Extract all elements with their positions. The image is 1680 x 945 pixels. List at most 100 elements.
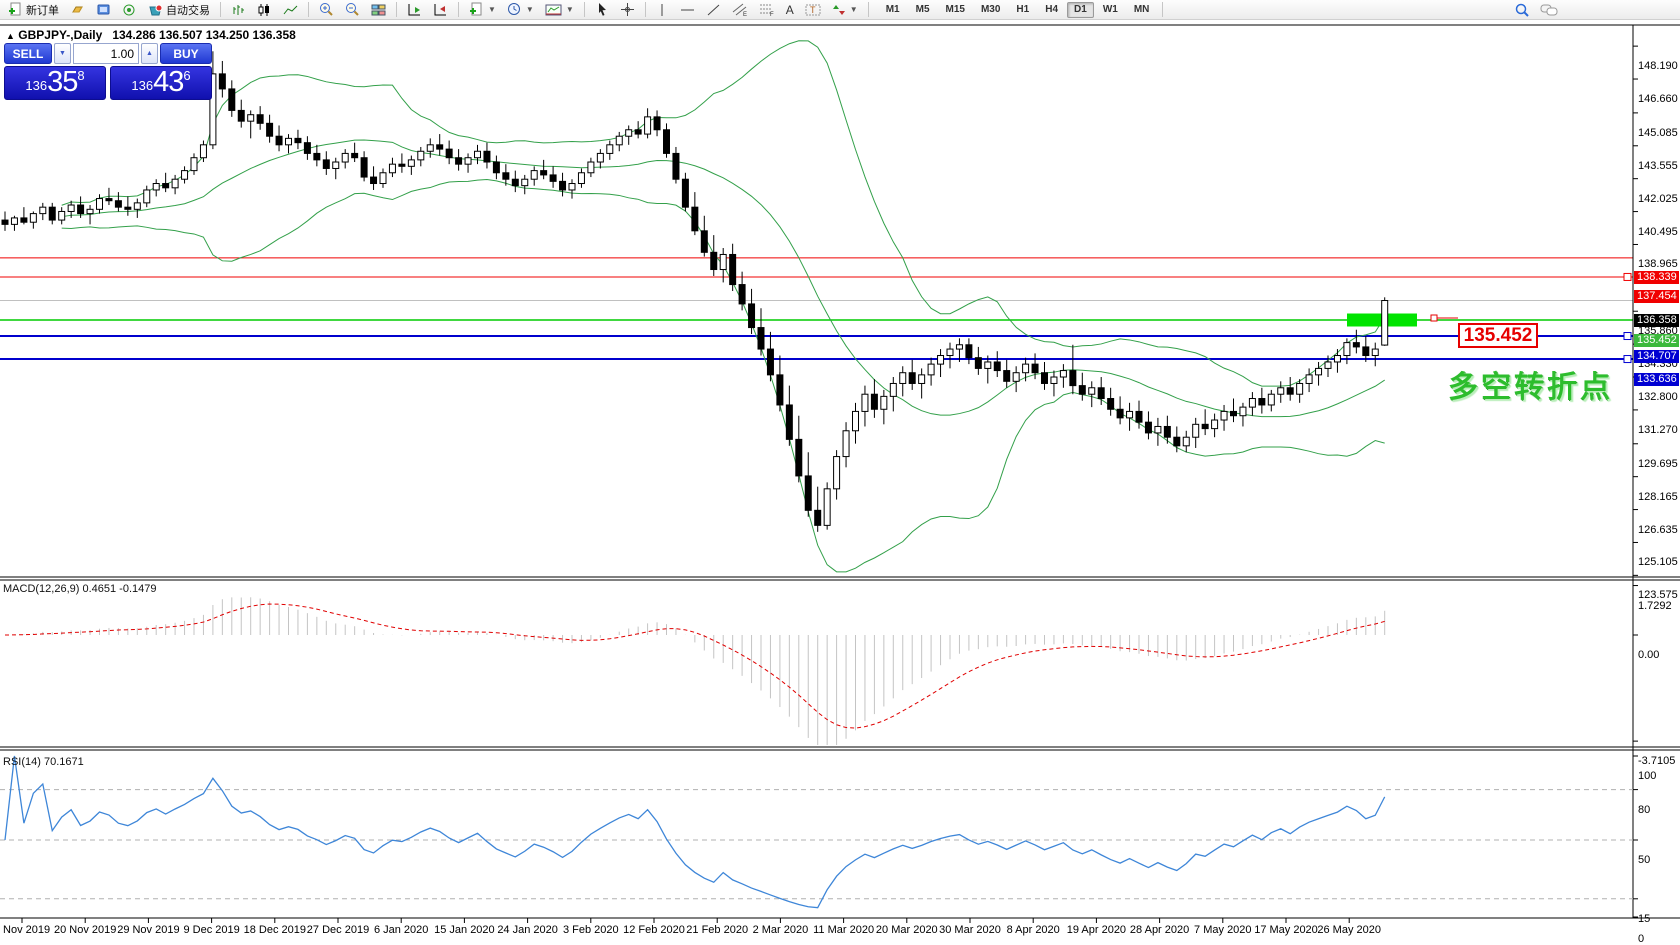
timeframe-button-H4[interactable]: H4: [1038, 2, 1065, 18]
bar-chart-mode-button[interactable]: [227, 1, 250, 19]
channel-tool[interactable]: E: [728, 1, 752, 19]
price-callout-135452[interactable]: 135.452: [1458, 323, 1538, 348]
separator: [645, 2, 646, 17]
date-axis-label: 19 Apr 2020: [1067, 924, 1126, 936]
signal-button[interactable]: [118, 1, 141, 19]
vertical-line-icon: [656, 3, 669, 17]
templates-button[interactable]: ▼: [541, 1, 578, 19]
bar-chart-icon: [231, 3, 246, 17]
date-axis-label: 18 Dec 2019: [244, 924, 306, 936]
axis-label: 136.358: [1634, 314, 1679, 327]
new-chart-button[interactable]: ▼: [465, 1, 500, 19]
axis-label: 129.695: [1638, 458, 1678, 470]
sell-button[interactable]: SELL: [4, 43, 52, 64]
separator: [584, 2, 585, 17]
market-watch-button[interactable]: [66, 1, 89, 19]
svg-text:T: T: [810, 5, 816, 15]
cursor-tool-button[interactable]: [591, 1, 613, 19]
axis-label: 142.025: [1638, 193, 1678, 205]
channel-icon: E: [732, 2, 748, 17]
candlestick-mode-button[interactable]: [253, 1, 276, 19]
trendline-tool[interactable]: [702, 1, 725, 19]
separator: [396, 2, 397, 17]
axis-label: 126.635: [1638, 524, 1678, 536]
chat-icon[interactable]: [1540, 2, 1558, 18]
date-axis-label: 26 May 2020: [1317, 924, 1381, 936]
timeframe-button-W1[interactable]: W1: [1096, 2, 1125, 18]
arrows-tool[interactable]: ▼: [828, 1, 862, 19]
new-order-label: 新订单: [26, 2, 59, 18]
axis-label: 100: [1638, 770, 1656, 782]
sell-price-pip: 8: [77, 69, 84, 82]
timeframe-button-D1[interactable]: D1: [1067, 2, 1094, 18]
date-axis-label: 2 Mar 2020: [753, 924, 809, 936]
crosshair-tool-button[interactable]: [616, 1, 639, 19]
axis-label: 138.965: [1638, 258, 1678, 270]
timeframe-button-M1[interactable]: M1: [879, 2, 907, 18]
auto-scroll-button[interactable]: [429, 1, 452, 19]
autotrading-button[interactable]: 自动交易: [144, 1, 214, 19]
date-axis-label: 6 Jan 2020: [374, 924, 428, 936]
new-order-button[interactable]: 新订单: [4, 1, 63, 19]
horizontal-line-tool[interactable]: [676, 1, 699, 19]
volume-up-button[interactable]: ▲: [141, 43, 158, 64]
line-chart-mode-button[interactable]: [279, 1, 302, 19]
signal-icon: [122, 3, 137, 17]
template-icon: [545, 3, 562, 17]
trendline-icon: [706, 3, 721, 17]
chevron-down-icon: ▼: [526, 5, 534, 14]
toolbar: 新订单 自动交易 ▼ ▼ ▼ E F A T ▼ M1M5M15M30H1H4D…: [0, 0, 1680, 20]
date-axis-label: 24 Jan 2020: [497, 924, 558, 936]
buy-price-base: 136: [131, 76, 153, 96]
zoom-out-button[interactable]: [341, 1, 364, 19]
chart-window[interactable]: ▲ GBPJPY-,Daily 134.286 136.507 134.250 …: [0, 20, 1680, 942]
axis-label: 131.270: [1638, 424, 1678, 436]
periods-button[interactable]: ▼: [503, 1, 538, 19]
chart-canvas[interactable]: [0, 20, 1680, 942]
horizontal-line-icon: [680, 3, 695, 17]
collapse-triangle-icon[interactable]: ▲: [6, 31, 15, 41]
buy-button[interactable]: BUY: [160, 43, 212, 64]
axis-label: 125.105: [1638, 556, 1678, 568]
zoom-in-button[interactable]: [315, 1, 338, 19]
auto-scroll-icon: [433, 3, 448, 17]
volume-input[interactable]: [73, 43, 139, 64]
axis-label: 50: [1638, 854, 1650, 866]
timeframe-button-M15[interactable]: M15: [939, 2, 972, 18]
axis-label: 148.190: [1638, 60, 1678, 72]
chinese-note-annotation[interactable]: 多空转折点: [1448, 362, 1613, 406]
axis-label: 0: [1638, 933, 1644, 945]
chart-shift-icon: [407, 3, 422, 17]
axis-label: 15: [1638, 913, 1650, 925]
axis-label: 140.495: [1638, 226, 1678, 238]
chevron-down-icon: ▼: [488, 5, 496, 14]
separator: [1162, 2, 1163, 17]
timeframe-button-H1[interactable]: H1: [1009, 2, 1036, 18]
vertical-line-tool[interactable]: [652, 1, 673, 19]
timeframe-button-M5[interactable]: M5: [909, 2, 937, 18]
axis-label: 145.085: [1638, 127, 1678, 139]
terminal-button[interactable]: [92, 1, 115, 19]
search-icon[interactable]: [1514, 2, 1530, 18]
date-axis-label: 20 Mar 2020: [876, 924, 938, 936]
buy-price-display[interactable]: 136436: [110, 66, 212, 100]
new-order-icon: [8, 2, 23, 17]
text-tool[interactable]: A: [782, 1, 798, 19]
sell-price-big: 35: [47, 69, 77, 96]
tile-windows-button[interactable]: [367, 1, 390, 19]
autotrading-label: 自动交易: [166, 2, 210, 18]
chart-symbol-label: GBPJPY-,Daily: [18, 28, 102, 42]
timeframe-button-MN[interactable]: MN: [1127, 2, 1157, 18]
text-label-tool[interactable]: T: [801, 1, 825, 19]
cursor-icon: [595, 2, 609, 17]
fibonacci-tool[interactable]: F: [755, 1, 779, 19]
sell-price-display[interactable]: 136358: [4, 66, 106, 100]
date-axis-label: 27 Dec 2019: [307, 924, 369, 936]
gold-icon: [70, 3, 85, 17]
svg-text:F: F: [770, 12, 774, 17]
one-click-trading-panel: SELL ▼ ▲ BUY 136358 136436: [4, 43, 212, 100]
volume-down-button[interactable]: ▼: [54, 43, 71, 64]
fibonacci-icon: F: [759, 2, 775, 17]
chart-shift-button[interactable]: [403, 1, 426, 19]
timeframe-button-M30[interactable]: M30: [974, 2, 1007, 18]
